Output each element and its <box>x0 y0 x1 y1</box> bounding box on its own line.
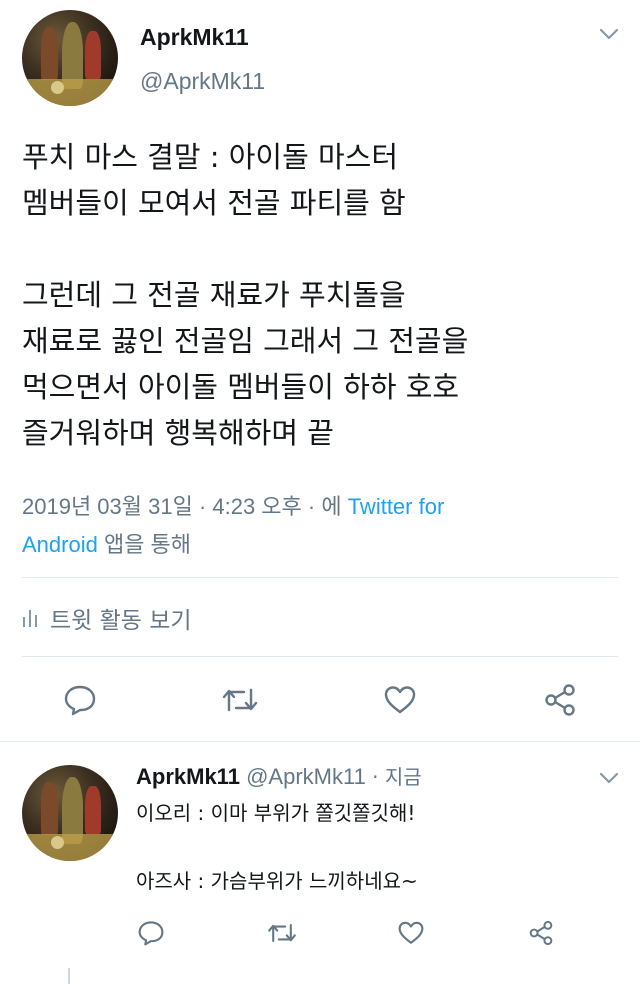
divider <box>22 577 618 578</box>
share-icon[interactable] <box>540 682 580 718</box>
activity-label: 트윗 활동 보기 <box>50 608 192 634</box>
reply-icon[interactable] <box>60 682 100 718</box>
source-link[interactable]: Twitter for <box>348 494 445 519</box>
share-icon[interactable] <box>526 918 556 948</box>
reply-header: AprkMk11 @AprkMk11 · 지금 <box>136 762 422 792</box>
reply-text: 이오리 : 이마 부위가 쫄깃쫄깃해! 아즈사 : 가슴부위가 느끼하네요~ <box>136 801 418 893</box>
user-handle[interactable]: @AprkMk11 <box>140 68 265 95</box>
section-divider <box>0 741 640 742</box>
activity-bars-icon <box>22 608 40 628</box>
via-app-text: 앱을 통해 <box>97 532 192 557</box>
thread-line <box>68 968 70 984</box>
like-icon[interactable] <box>396 918 426 948</box>
user-handle[interactable]: @AprkMk11 <box>246 764 366 789</box>
tweet-activity-link[interactable]: 트윗 활동 보기 <box>22 600 192 636</box>
display-name[interactable]: AprkMk11 <box>140 24 249 51</box>
retweet-icon[interactable] <box>218 682 262 718</box>
display-name[interactable]: AprkMk11 <box>136 764 240 789</box>
retweet-icon[interactable] <box>264 918 300 948</box>
like-icon[interactable] <box>380 682 420 718</box>
timestamp-text: 2019년 03월 31일 · 4:23 오후 · 에 <box>22 494 348 519</box>
source-link-android[interactable]: Android <box>22 532 98 557</box>
chevron-down-icon[interactable] <box>598 26 620 42</box>
chevron-down-icon[interactable] <box>598 770 620 786</box>
avatar[interactable] <box>22 765 118 861</box>
reply-time: · 지금 <box>365 765 422 789</box>
divider <box>22 656 618 657</box>
reply-icon[interactable] <box>136 918 166 948</box>
avatar[interactable] <box>22 10 118 106</box>
tweet-text: 푸치 마스 결말 : 아이돌 마스터 멤버들이 모여서 전골 파티를 함 그런데… <box>22 140 469 450</box>
tweet-timestamp: 2019년 03월 31일 · 4:23 오후 · 에 Twitter for … <box>22 488 622 564</box>
